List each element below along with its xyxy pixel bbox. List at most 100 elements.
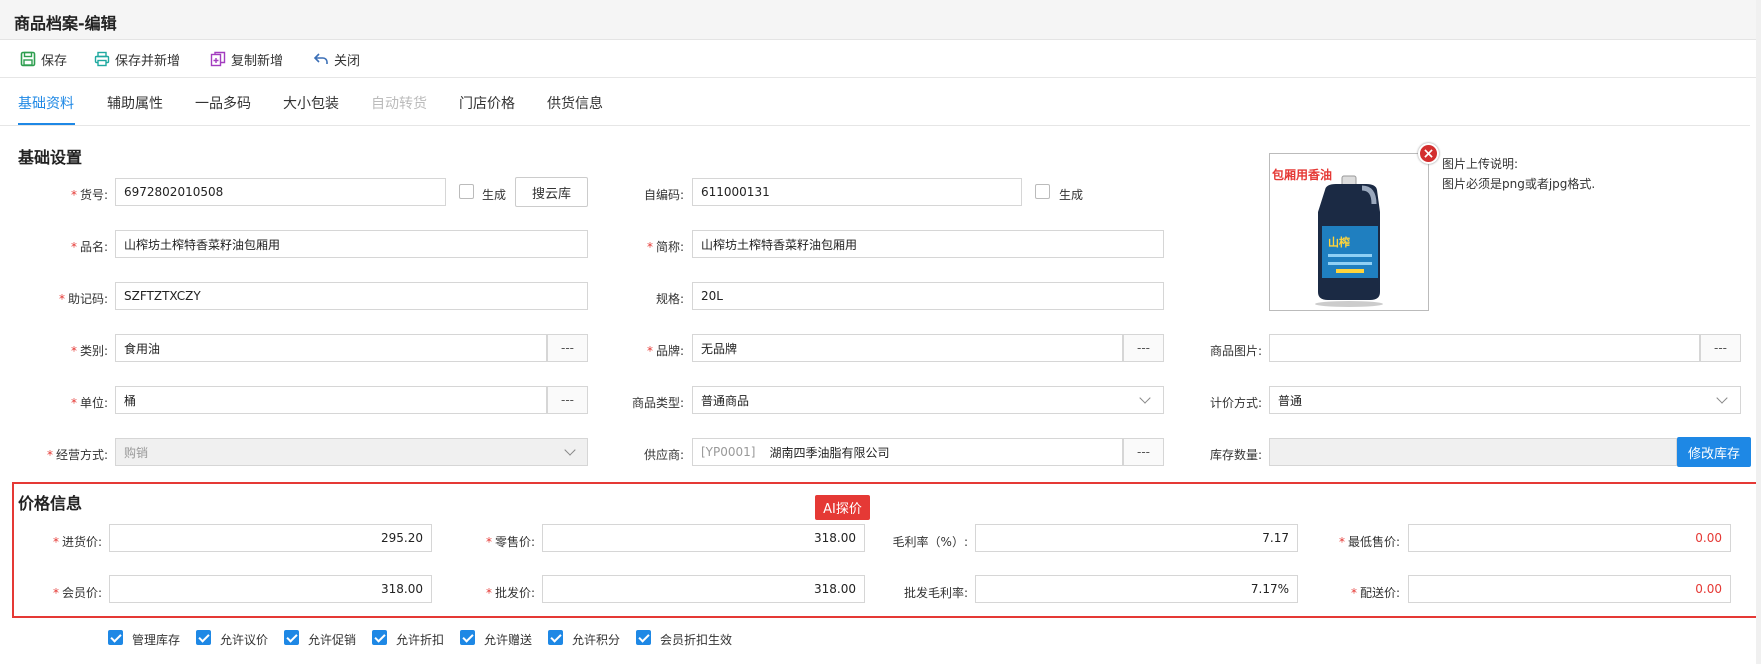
required-mark: *	[46, 448, 53, 462]
copy-new-button[interactable]: 复制新增	[210, 48, 283, 70]
leibie-input[interactable]: 食用油	[115, 334, 547, 362]
search-cloud-button[interactable]: 搜云库	[515, 177, 588, 207]
required-mark: *	[70, 344, 77, 358]
close-button[interactable]: 关闭	[313, 48, 360, 70]
shangpin-leixing-label: 商品类型:	[631, 396, 684, 410]
jingying-fangshi-label: * 经营方式:	[46, 448, 108, 462]
page-title: 商品档案-编辑	[14, 14, 117, 33]
danwei-label: * 单位:	[70, 396, 108, 410]
save-label: 保存	[41, 53, 68, 69]
maolilv-label: 毛利率（%）:	[892, 535, 968, 549]
shangpin-leixing-select[interactable]: 普通商品	[692, 386, 1164, 414]
tab-auto-transfer: 自动转货	[371, 96, 427, 112]
tab-bar: 基础资料 辅助属性 一品多码 大小包装 自动转货 门店价格 供货信息	[0, 78, 1750, 126]
ai-price-button[interactable]: AI探价	[815, 495, 870, 520]
leibie-picker-button[interactable]: ---	[547, 334, 588, 362]
tab-basic-info[interactable]: 基础资料	[18, 93, 74, 113]
option-checkbox-allow-discount[interactable]	[372, 630, 387, 645]
supplier-name: 湖南四季油脂有限公司	[769, 445, 890, 460]
pifa-maolilv-input[interactable]: 7.17%	[975, 575, 1298, 603]
toolbar: 保存 保存并新增 复制新增 关闭	[0, 40, 1761, 78]
huohao-input[interactable]: 6972802010508	[115, 178, 446, 206]
option-label: 允许议价	[220, 633, 269, 647]
save-icon	[20, 51, 36, 67]
tab-store-price[interactable]: 门店价格	[459, 93, 515, 113]
danwei-picker-button[interactable]: ---	[547, 386, 588, 414]
required-mark: *	[1338, 535, 1345, 549]
option-label: 允许促销	[308, 633, 357, 647]
leibie-label: * 类别:	[70, 344, 108, 358]
option-label: 会员折扣生效	[660, 633, 733, 647]
option-label: 允许折扣	[396, 633, 445, 647]
close-label: 关闭	[334, 53, 361, 69]
tab-package-size[interactable]: 大小包装	[283, 93, 339, 113]
danwei-input[interactable]: 桶	[115, 386, 547, 414]
upload-note-title: 图片上传说明:	[1442, 157, 1519, 171]
jiancheng-input[interactable]: 山榨坊土榨特香菜籽油包厢用	[692, 230, 1164, 258]
shangpin-tupian-input[interactable]	[1269, 334, 1700, 362]
huohao-label: * 货号:	[70, 188, 108, 202]
required-mark: *	[70, 188, 77, 202]
huohao-generate-label: 生成	[482, 188, 507, 202]
tab-aux-attributes[interactable]: 辅助属性	[107, 93, 163, 113]
required-mark: *	[1350, 586, 1357, 600]
maolilv-input[interactable]: 7.17	[975, 524, 1298, 552]
required-mark: *	[70, 240, 77, 254]
shangpin-tupian-picker-button[interactable]: ---	[1700, 334, 1741, 362]
required-mark: *	[58, 292, 65, 306]
peisongjia-input[interactable]: 0.00	[1408, 575, 1731, 603]
option-checkbox-manage-stock[interactable]	[108, 630, 123, 645]
pifajia-input[interactable]: 318.00	[542, 575, 865, 603]
required-mark: *	[646, 344, 653, 358]
jijia-fangshi-label: 计价方式:	[1209, 396, 1262, 410]
title-bar: 商品档案-编辑	[0, 0, 1761, 40]
jijia-fangshi-select[interactable]: 普通	[1269, 386, 1741, 414]
pinpai-picker-button[interactable]: ---	[1123, 334, 1164, 362]
pinpai-input[interactable]: 无品牌	[692, 334, 1123, 362]
option-label: 管理库存	[132, 633, 181, 647]
gongyingshang-picker-button[interactable]: ---	[1123, 438, 1164, 466]
lingshoujia-input[interactable]: 318.00	[542, 524, 865, 552]
zhujima-input[interactable]: SZFTZTXCZY	[115, 282, 588, 310]
guige-input[interactable]: 20L	[692, 282, 1164, 310]
huiyuanjia-label: * 会员价:	[52, 586, 102, 600]
guige-label: 规格:	[655, 292, 684, 306]
price-section-title: 价格信息	[18, 494, 83, 513]
huiyuanjia-input[interactable]: 318.00	[109, 575, 432, 603]
required-mark: *	[646, 240, 653, 254]
active-tab-indicator	[18, 123, 75, 125]
modify-stock-button[interactable]: 修改库存	[1677, 437, 1751, 467]
option-checkbox-allow-bargain[interactable]	[196, 630, 211, 645]
option-checkbox-allow-points[interactable]	[548, 630, 563, 645]
remove-image-icon[interactable]: ×	[1418, 143, 1439, 164]
required-mark: *	[52, 535, 59, 549]
required-mark: *	[485, 586, 492, 600]
option-checkbox-member-discount[interactable]	[636, 630, 651, 645]
option-label: 允许赠送	[484, 633, 533, 647]
zibianma-generate-checkbox[interactable]	[1035, 184, 1050, 199]
jinhuojia-input[interactable]: 295.20	[109, 524, 432, 552]
tab-supply-info[interactable]: 供货信息	[547, 93, 603, 113]
zuidi-shoujia-input[interactable]: 0.00	[1408, 524, 1731, 552]
pinpai-label: * 品牌:	[646, 344, 684, 358]
supplier-code: [YP0001]	[701, 445, 756, 459]
zhujima-label: * 助记码:	[58, 292, 108, 306]
product-image[interactable]: 包厢用香油 山榨	[1269, 153, 1429, 311]
option-checkbox-allow-gift[interactable]	[460, 630, 475, 645]
option-checkbox-allow-promo[interactable]	[284, 630, 299, 645]
zuidi-shoujia-label: * 最低售价:	[1338, 535, 1400, 549]
save-button[interactable]: 保存	[20, 48, 67, 70]
tab-multi-code[interactable]: 一品多码	[195, 93, 251, 113]
pinming-input[interactable]: 山榨坊土榨特香菜籽油包厢用	[115, 230, 588, 258]
pifajia-label: * 批发价:	[485, 586, 535, 600]
scrollbar[interactable]	[1756, 0, 1761, 664]
kucun-shuliang-label: 库存数量:	[1209, 448, 1262, 462]
pifa-maolilv-label: 批发毛利率:	[903, 586, 968, 600]
zibianma-label: 自编码:	[643, 188, 684, 202]
huohao-generate-checkbox[interactable]	[459, 184, 474, 199]
zibianma-input[interactable]: 611000131	[692, 178, 1022, 206]
gongyingshang-input[interactable]: [YP0001] 湖南四季油脂有限公司	[692, 438, 1123, 466]
save-and-new-button[interactable]: 保存并新增	[94, 48, 180, 70]
gongyingshang-label: 供应商:	[643, 448, 684, 462]
jinhuojia-label: * 进货价:	[52, 535, 102, 549]
